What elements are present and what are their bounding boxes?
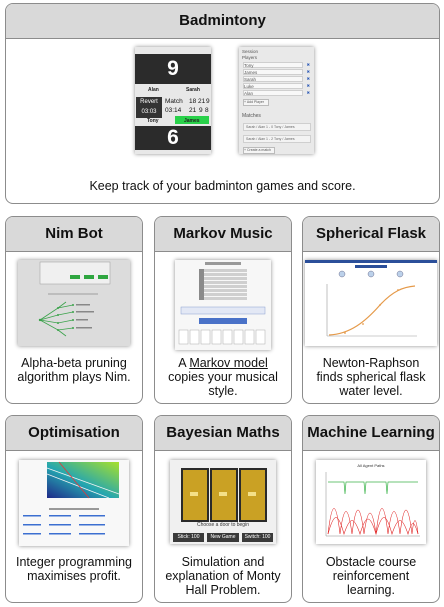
set-score: 8 (205, 107, 209, 114)
card-bayesian-maths[interactable]: Bayesian Maths Choose a door to begin St… (154, 415, 292, 603)
match-item[interactable]: Sarah / Alan 1 - 2 Tony / James (243, 135, 311, 143)
optimisation-plot-illustration (23, 461, 120, 535)
matches-label: Matches (242, 113, 261, 119)
card-description: Alpha-beta pruning algorithm plays Nim. (17, 356, 131, 384)
machine-learning-screenshot[interactable]: All Agent Paths (316, 460, 426, 544)
card-description: Newton-Raphson finds spherical flask wat… (316, 356, 426, 398)
card-description: Simulation and explanation of Monty Hall… (165, 555, 281, 597)
card-badmintony[interactable]: Badmintony 9 Alan Sarah Revert 03:03 Mat… (5, 3, 440, 204)
markov-model-link[interactable]: Markov model (189, 356, 268, 370)
spherical-flask-screenshot[interactable] (305, 260, 437, 346)
set-score: 18 (189, 98, 197, 105)
markov-music-screenshot[interactable] (175, 260, 271, 350)
card-machine-learning[interactable]: Machine Learning All Agent Paths Obstacl… (302, 415, 440, 603)
set-score: 21 (198, 98, 206, 105)
revert-time: 03:03 (141, 109, 157, 115)
add-player-button[interactable]: + Add Player (243, 99, 269, 106)
player-top-right: Sarah (186, 87, 200, 93)
card-description: A Markov model copies your musical style… (168, 356, 278, 398)
optimisation-screenshot[interactable] (19, 460, 129, 546)
player-row[interactable]: Luke ✖ (243, 83, 310, 89)
set-score: 21 (189, 107, 197, 114)
nim-bot-screenshot[interactable] (18, 260, 130, 346)
player-top-left: Alan (148, 87, 159, 93)
card-title: Bayesian Maths (155, 416, 291, 451)
agent-paths-illustration (325, 472, 420, 537)
create-match-button[interactable]: + Create a match (243, 147, 275, 154)
door-3[interactable] (239, 468, 267, 522)
card-description: Keep track of your badminton games and s… (89, 179, 356, 193)
stick-button[interactable]: Stick: 100 (173, 533, 204, 542)
players-label: Players (242, 55, 258, 60)
set-score: 9 (206, 98, 210, 105)
markov-matrix-illustration (178, 262, 266, 345)
player-row[interactable]: Sarah ✖ (243, 76, 310, 82)
bottom-score: 6 (135, 126, 211, 150)
card-title: Markov Music (155, 217, 291, 252)
flask-curve-illustration (305, 260, 437, 337)
player-bottom-right: James (184, 118, 200, 124)
card-optimisation[interactable]: Optimisation Integer programming maximis… (5, 415, 143, 603)
match-label: Match (165, 98, 183, 105)
card-title: Machine Learning (303, 416, 439, 451)
player-row[interactable]: Tony ✖ (243, 62, 310, 68)
player-row[interactable]: Alan ✖ (243, 90, 310, 96)
door-2[interactable] (210, 468, 238, 522)
choose-door-prompt: Choose a door to begin (197, 522, 249, 528)
player-bottom-left: Tony (147, 118, 159, 124)
card-title: Spherical Flask (303, 217, 439, 252)
revert-label: Revert (140, 99, 158, 105)
match-item[interactable]: Sarah / Alan 1 - 0 Tony / James (243, 123, 311, 131)
revert-button[interactable]: Revert 03:03 (136, 97, 162, 118)
card-title: Optimisation (6, 416, 142, 451)
match-time: 03:14 (165, 107, 182, 114)
new-game-button[interactable]: New Game (207, 533, 239, 542)
card-spherical-flask[interactable]: Spherical Flask Newton-Raphson finds sph… (302, 216, 440, 404)
top-score: 9 (135, 54, 211, 84)
card-title: Badmintony (6, 4, 439, 39)
set-score: 9 (199, 107, 203, 114)
card-description: Obstacle course reinforcement learning. (325, 555, 417, 597)
card-markov-music[interactable]: Markov Music A Markov model copies your … (154, 216, 292, 404)
player-row[interactable]: James ✖ (243, 69, 310, 75)
badmintony-scoreboard-screenshot[interactable]: 9 Alan Sarah Revert 03:03 Match 03:14 18… (135, 47, 211, 154)
nim-tree-illustration (38, 261, 111, 337)
switch-button[interactable]: Switch: 100 (242, 533, 273, 542)
ml-chart-title: All Agent Paths (357, 463, 385, 468)
session-title: Session (242, 49, 259, 54)
card-description: Integer programming maximises profit. (15, 555, 133, 583)
card-title: Nim Bot (6, 217, 142, 252)
badmintony-session-screenshot[interactable]: Session Players Tony ✖ James ✖ Sarah ✖ Luke… (239, 47, 314, 154)
door-1[interactable] (181, 468, 209, 522)
card-nim-bot[interactable]: Nim Bot Alpha-beta pruning algorithm pla… (5, 216, 143, 404)
bayesian-maths-screenshot[interactable]: Choose a door to begin Stick: 100 New Ga… (170, 460, 276, 544)
